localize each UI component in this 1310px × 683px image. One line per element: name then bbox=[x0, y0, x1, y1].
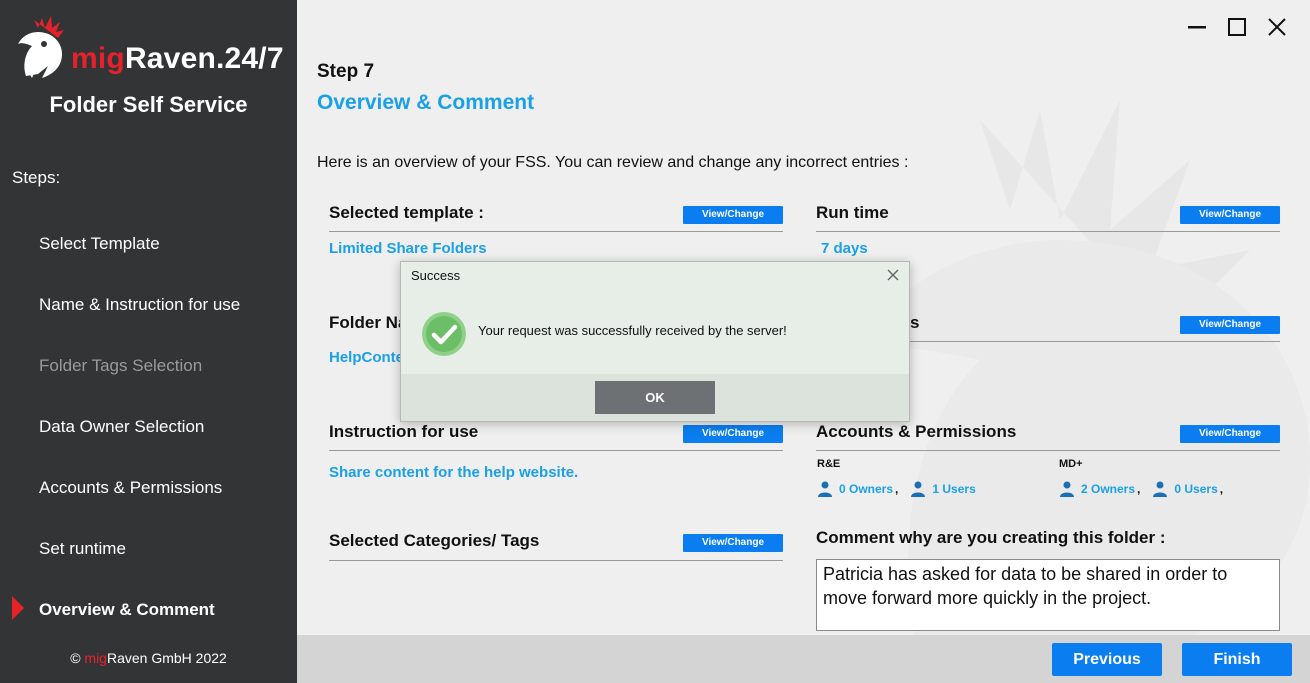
group-label: R&E bbox=[817, 458, 841, 470]
runtime-view-change-button[interactable]: View/Change bbox=[1180, 206, 1280, 224]
comment-title: Comment why are you creating this folder… bbox=[816, 528, 1166, 547]
group2-accounts: 2 Owners, 0 Users, bbox=[1059, 480, 1223, 498]
divider bbox=[329, 231, 783, 232]
footer-bar: Previous Finish bbox=[297, 635, 1310, 683]
intro-text: Here is an overview of your FSS. You can… bbox=[317, 154, 909, 171]
comment-textarea[interactable]: Patricia has asked for data to be shared… bbox=[816, 559, 1280, 631]
previous-button[interactable]: Previous bbox=[1052, 643, 1162, 676]
owners-view-change-button[interactable]: View/Change bbox=[1180, 316, 1280, 334]
accounts-view-change-button[interactable]: View/Change bbox=[1180, 425, 1280, 443]
step-data-owner[interactable]: Data Owner Selection bbox=[39, 417, 204, 437]
categories-view-change-button[interactable]: View/Change bbox=[683, 534, 783, 552]
divider bbox=[329, 560, 783, 561]
group1-users[interactable]: 1 Users bbox=[932, 482, 975, 496]
step-overview-comment[interactable]: Overview & Comment bbox=[39, 600, 215, 620]
group2-users[interactable]: 0 Users bbox=[1174, 482, 1217, 496]
template-value: Limited Share Folders bbox=[329, 240, 487, 257]
step-folder-tags: Folder Tags Selection bbox=[39, 356, 203, 375]
step-set-runtime[interactable]: Set runtime bbox=[39, 539, 126, 559]
sidebar: migRaven.24/7 Folder Self Service Steps:… bbox=[0, 0, 297, 683]
group1-owners[interactable]: 0 Owners bbox=[839, 482, 893, 496]
dialog-button-bar: OK bbox=[401, 374, 909, 421]
dialog-title: Success bbox=[411, 268, 461, 283]
owners-title: s bbox=[910, 313, 920, 332]
maximize-icon[interactable] bbox=[1226, 16, 1248, 38]
success-check-icon bbox=[422, 312, 466, 356]
step-select-template[interactable]: Select Template bbox=[39, 234, 160, 254]
divider bbox=[816, 450, 1280, 451]
owner-icon bbox=[818, 481, 832, 497]
runtime-title: Run time bbox=[816, 203, 889, 222]
brand-name: migRaven.24/7 bbox=[71, 42, 284, 75]
step-number: Step 7 bbox=[317, 61, 375, 82]
folder-name-title: Folder Na bbox=[329, 313, 408, 332]
copyright: © migRaven GmbH 2022 bbox=[70, 650, 227, 666]
template-title: Selected template : bbox=[329, 203, 484, 222]
instruction-value: Share content for the help website. bbox=[329, 464, 579, 481]
dialog-message: Your request was successfully received b… bbox=[478, 323, 787, 338]
step-accounts-permissions[interactable]: Accounts & Permissions bbox=[39, 478, 222, 498]
page-title: Overview & Comment bbox=[317, 91, 535, 114]
divider bbox=[329, 450, 783, 451]
step-name-instruction[interactable]: Name & Instruction for use bbox=[39, 295, 240, 315]
raven-logo-icon bbox=[18, 16, 64, 78]
group1-accounts: 0 Owners, 1 Users bbox=[817, 480, 976, 498]
instruction-view-change-button[interactable]: View/Change bbox=[683, 425, 783, 443]
instruction-title: Instruction for use bbox=[329, 422, 479, 441]
categories-title: Selected Categories/ Tags bbox=[329, 531, 540, 550]
dialog-close-icon[interactable] bbox=[885, 267, 901, 283]
finish-button[interactable]: Finish bbox=[1182, 643, 1292, 676]
owner-icon bbox=[1060, 481, 1074, 497]
steps-label: Steps: bbox=[12, 168, 61, 187]
close-window-icon[interactable] bbox=[1266, 16, 1288, 38]
user-icon bbox=[1153, 481, 1168, 497]
group-label: MD+ bbox=[1059, 458, 1083, 470]
active-step-marker-icon bbox=[12, 596, 24, 620]
app-subtitle: Folder Self Service bbox=[49, 92, 248, 117]
runtime-value: 7 days bbox=[821, 240, 868, 257]
ok-button[interactable]: OK bbox=[595, 381, 715, 414]
group2-owners[interactable]: 2 Owners bbox=[1081, 482, 1135, 496]
divider bbox=[816, 231, 1280, 232]
minimize-icon[interactable] bbox=[1186, 16, 1208, 38]
folder-name-value: HelpConte bbox=[329, 349, 404, 366]
success-dialog: Success Your request was successfully re… bbox=[400, 261, 910, 422]
template-view-change-button[interactable]: View/Change bbox=[683, 206, 783, 224]
user-icon bbox=[911, 481, 926, 497]
accounts-title: Accounts & Permissions bbox=[816, 422, 1017, 441]
